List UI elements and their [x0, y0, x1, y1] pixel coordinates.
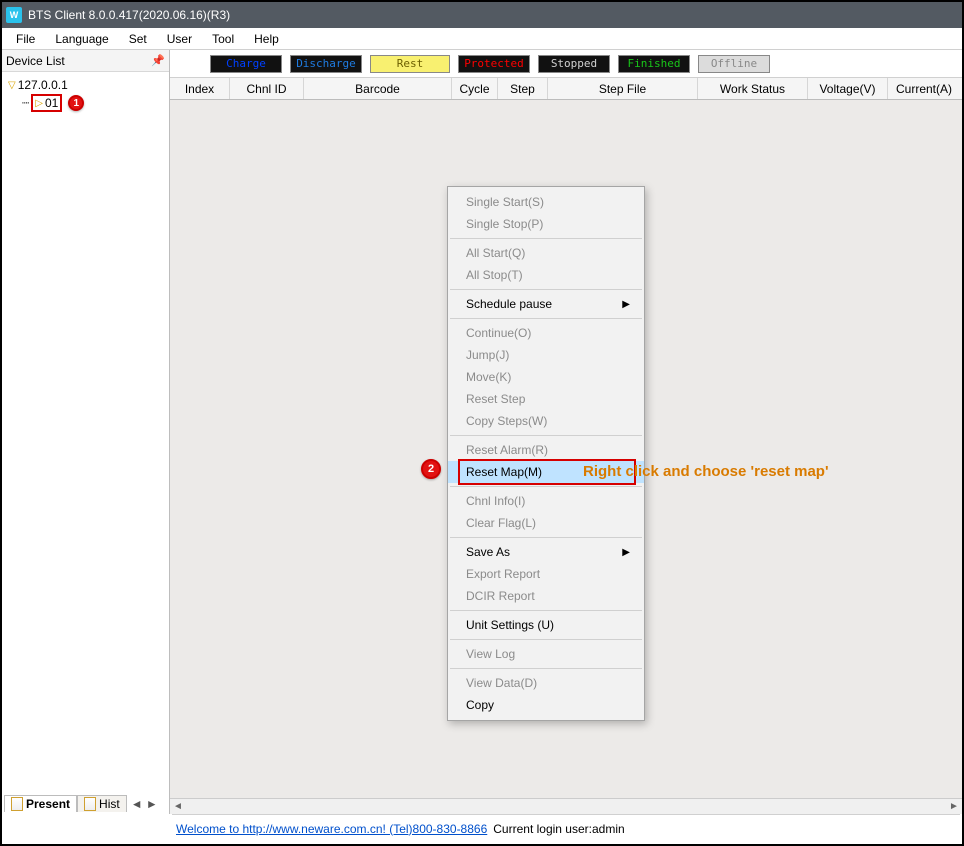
ctx-separator: [450, 639, 642, 640]
status-legend-row: Charge Discharge Rest Protected Stopped …: [170, 50, 962, 78]
scroll-left-icon[interactable]: ◄: [170, 799, 186, 815]
ctx-copy[interactable]: Copy: [448, 694, 644, 716]
menu-bar: File Language Set User Tool Help: [2, 28, 962, 50]
ctx-export-report[interactable]: Export Report: [448, 563, 644, 585]
status-finished[interactable]: Finished: [618, 55, 690, 73]
ctx-view-log[interactable]: View Log: [448, 643, 644, 665]
submenu-arrow-icon: ▶: [622, 299, 630, 310]
col-chnl-id[interactable]: Chnl ID: [230, 78, 304, 99]
device-label: 01: [45, 96, 58, 110]
status-stopped[interactable]: Stopped: [538, 55, 610, 73]
tree-device-node[interactable]: ┈ ▷ 01 1: [22, 94, 163, 112]
status-discharge[interactable]: Discharge: [290, 55, 362, 73]
ctx-save-as[interactable]: Save As ▶: [448, 541, 644, 563]
col-current[interactable]: Current(A): [888, 78, 960, 99]
ctx-all-stop[interactable]: All Stop(T): [448, 264, 644, 286]
ctx-save-as-label: Save As: [466, 545, 510, 559]
expand-icon[interactable]: ▽: [8, 80, 16, 91]
window-title: BTS Client 8.0.0.417(2020.06.16)(R3): [28, 8, 230, 22]
menu-language[interactable]: Language: [47, 30, 116, 48]
app-icon: W: [6, 7, 22, 23]
menu-set[interactable]: Set: [121, 30, 155, 48]
sidebar: Device List 📌 ▽ 127.0.0.1 ┈ ▷ 01 1: [2, 50, 170, 814]
menu-file[interactable]: File: [8, 30, 43, 48]
scroll-right-icon[interactable]: ►: [946, 799, 962, 815]
tab-scroll-arrows[interactable]: ◄ ►: [127, 797, 158, 811]
ctx-separator: [450, 435, 642, 436]
status-bar: Welcome to http://www.neware.com.cn! (Te…: [172, 814, 960, 842]
ctx-move[interactable]: Move(K): [448, 366, 644, 388]
ip-label: 127.0.0.1: [18, 78, 68, 92]
ctx-chnl-info[interactable]: Chnl Info(I): [448, 490, 644, 512]
status-charge[interactable]: Charge: [210, 55, 282, 73]
ctx-separator: [450, 289, 642, 290]
device-tree: ▽ 127.0.0.1 ┈ ▷ 01 1: [2, 72, 169, 814]
col-step[interactable]: Step: [498, 78, 548, 99]
menu-tool[interactable]: Tool: [204, 30, 242, 48]
col-barcode[interactable]: Barcode: [304, 78, 452, 99]
annotation-badge-1: 1: [68, 95, 84, 111]
title-bar: W BTS Client 8.0.0.417(2020.06.16)(R3): [2, 2, 962, 28]
ctx-copy-steps[interactable]: Copy Steps(W): [448, 410, 644, 432]
context-menu: Single Start(S) Single Stop(P) All Start…: [447, 186, 645, 721]
ctx-separator: [450, 238, 642, 239]
col-cycle[interactable]: Cycle: [452, 78, 498, 99]
annotation-badge-2: 2: [421, 459, 441, 479]
annotation-text: Right click and choose 'reset map': [583, 463, 829, 480]
doc-icon: [11, 797, 23, 811]
ctx-continue[interactable]: Continue(O): [448, 322, 644, 344]
ctx-single-stop[interactable]: Single Stop(P): [448, 213, 644, 235]
footer-link[interactable]: Welcome to http://www.neware.com.cn! (Te…: [176, 822, 487, 836]
ctx-separator: [450, 537, 642, 538]
horizontal-scrollbar[interactable]: ◄ ►: [170, 798, 962, 814]
status-offline[interactable]: Offline: [698, 55, 770, 73]
pin-icon[interactable]: 📌: [151, 54, 165, 67]
tab-present-label: Present: [26, 797, 70, 811]
submenu-arrow-icon: ▶: [622, 547, 630, 558]
ctx-reset-alarm[interactable]: Reset Alarm(R): [448, 439, 644, 461]
play-icon: ▷: [35, 98, 43, 109]
tree-ip-node[interactable]: ▽ 127.0.0.1: [8, 78, 163, 92]
ctx-all-start[interactable]: All Start(Q): [448, 242, 644, 264]
ctx-separator: [450, 486, 642, 487]
sidebar-header: Device List 📌: [2, 50, 169, 72]
col-voltage[interactable]: Voltage(V): [808, 78, 888, 99]
tab-hist[interactable]: Hist: [77, 795, 127, 812]
doc-icon: [84, 797, 96, 811]
ctx-view-data[interactable]: View Data(D): [448, 672, 644, 694]
table-header: Index Chnl ID Barcode Cycle Step Step Fi…: [170, 78, 962, 100]
status-rest[interactable]: Rest: [370, 55, 450, 73]
menu-help[interactable]: Help: [246, 30, 287, 48]
ctx-separator: [450, 610, 642, 611]
ctx-dcir-report[interactable]: DCIR Report: [448, 585, 644, 607]
ctx-reset-step[interactable]: Reset Step: [448, 388, 644, 410]
col-index[interactable]: Index: [170, 78, 230, 99]
ctx-separator: [450, 668, 642, 669]
login-info: Current login user:admin: [493, 822, 624, 836]
menu-user[interactable]: User: [159, 30, 200, 48]
tab-present[interactable]: Present: [4, 795, 77, 812]
ctx-separator: [450, 318, 642, 319]
ctx-jump[interactable]: Jump(J): [448, 344, 644, 366]
bottom-tab-strip: Present Hist ◄ ►: [4, 795, 158, 812]
ctx-clear-flag[interactable]: Clear Flag(L): [448, 512, 644, 534]
tree-connector: ┈: [22, 96, 29, 110]
ctx-unit-settings[interactable]: Unit Settings (U): [448, 614, 644, 636]
tab-hist-label: Hist: [99, 797, 120, 811]
ctx-schedule-pause[interactable]: Schedule pause ▶: [448, 293, 644, 315]
col-step-file[interactable]: Step File: [548, 78, 698, 99]
sidebar-title: Device List: [6, 54, 65, 68]
ctx-schedule-pause-label: Schedule pause: [466, 297, 552, 311]
status-protected[interactable]: Protected: [458, 55, 530, 73]
ctx-single-start[interactable]: Single Start(S): [448, 191, 644, 213]
col-work-status[interactable]: Work Status: [698, 78, 808, 99]
